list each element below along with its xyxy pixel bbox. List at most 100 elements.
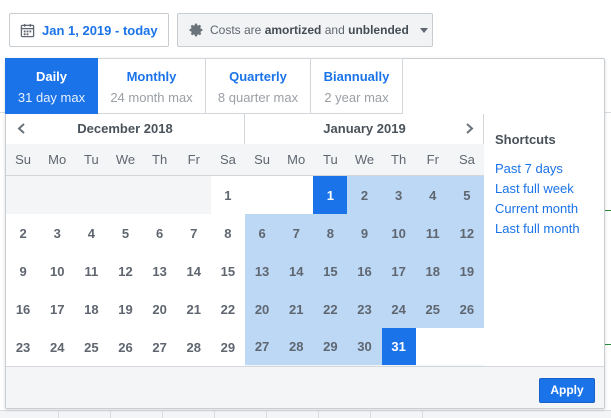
calendar-empty-cell (6, 176, 40, 214)
calendar-day[interactable]: 5 (108, 214, 143, 252)
prev-month-button[interactable] (11, 114, 31, 144)
calendar-day[interactable]: 20 (245, 290, 280, 328)
calendar-day[interactable]: 1 (210, 176, 245, 214)
chevron-right-icon (465, 123, 473, 134)
calendar-day[interactable]: 23 (347, 290, 382, 328)
calendar-day[interactable]: 4 (74, 214, 109, 252)
month-title: December 2018 (77, 121, 173, 136)
calendar-day[interactable]: 8 (313, 214, 348, 252)
cost-settings-button[interactable]: Costs are amortized and unblended (177, 13, 433, 47)
background-footer-strip (0, 410, 611, 418)
tab-sublabel: 31 day max (17, 90, 86, 105)
calendar-day[interactable]: 26 (449, 290, 484, 328)
calendar-day[interactable]: 26 (108, 328, 143, 366)
calendar-day[interactable]: 16 (6, 290, 41, 328)
calendar-day[interactable]: 19 (449, 252, 484, 290)
calendar-day[interactable]: 9 (6, 252, 41, 290)
calendar-day[interactable]: 16 (347, 252, 382, 290)
calendar-day[interactable]: 17 (40, 290, 75, 328)
calendar-day[interactable]: 17 (381, 252, 416, 290)
calendar-day[interactable]: 28 (279, 328, 314, 365)
calendar-day[interactable]: 29 (210, 328, 245, 366)
calendar-day[interactable]: 12 (449, 214, 484, 252)
calendar-day[interactable]: 21 (176, 290, 211, 328)
calendar-day[interactable]: 29 (313, 328, 348, 365)
calendar-day[interactable]: 27 (142, 328, 177, 366)
calendar-day[interactable]: 19 (108, 290, 143, 328)
date-range-button[interactable]: Jan 1, 2019 - today (9, 13, 169, 47)
calendar-day[interactable]: 12 (108, 252, 143, 290)
calendar-day[interactable]: 3 (381, 176, 416, 214)
calendar-day[interactable]: 23 (6, 328, 41, 366)
calendar-day[interactable]: 6 (245, 214, 280, 252)
calendar-day[interactable]: 15 (313, 252, 348, 290)
calendar-day[interactable]: 3 (40, 214, 75, 252)
calendar-week-row: 20 21 22 23 24 25 26 (245, 290, 484, 328)
tab-quarterly[interactable]: Quarterly 8 quarter max (206, 58, 311, 114)
shortcut-past-7-days[interactable]: Past 7 days (495, 161, 605, 176)
background-tick (422, 410, 423, 418)
weekday-label: Mo (287, 152, 306, 167)
calendar-day[interactable]: 15 (210, 252, 245, 290)
calendar-day[interactable]: 14 (176, 252, 211, 290)
calendar-day[interactable]: 25 (415, 290, 450, 328)
chevron-down-icon (419, 27, 428, 33)
calendar-day[interactable]: 11 (74, 252, 109, 290)
apply-button[interactable]: Apply (539, 378, 595, 403)
costs-unblended: unblended (348, 23, 409, 37)
calendar-day[interactable]: 25 (74, 328, 109, 366)
month-title: January 2019 (323, 121, 406, 136)
calendar-day[interactable]: 30 (347, 328, 382, 365)
calendar-day[interactable]: 2 (6, 214, 41, 252)
calendar-day[interactable]: 20 (142, 290, 177, 328)
calendar-week-row: 12345 (245, 176, 484, 214)
tab-monthly[interactable]: Monthly 24 month max (98, 58, 206, 114)
calendar-day[interactable]: 18 (74, 290, 109, 328)
calendar-day[interactable]: 4 (415, 176, 450, 214)
calendar-day[interactable]: 21 (279, 290, 314, 328)
shortcuts-title: Shortcuts (495, 132, 556, 147)
calendar-day[interactable]: 22 (313, 290, 348, 328)
calendar-day[interactable]: 10 (381, 214, 416, 252)
shortcut-last-full-month[interactable]: Last full month (495, 221, 605, 236)
calendar-day[interactable]: 5 (449, 176, 484, 214)
calendar-empty-cell (40, 176, 74, 214)
calendar-day[interactable]: 8 (210, 214, 245, 252)
calendar-day[interactable]: 24 (40, 328, 75, 366)
tab-biannually[interactable]: Biannually 2 year max (311, 58, 403, 114)
weekday-label: Sa (458, 152, 475, 167)
background-tick (58, 410, 59, 418)
calendar-week-row: 9 10 11 12 13 14 15 (6, 252, 245, 290)
gear-icon (189, 23, 203, 37)
calendar-day[interactable]: 1 (313, 176, 348, 214)
next-month-button[interactable] (459, 114, 479, 144)
calendar-day[interactable]: 28 (176, 328, 211, 366)
date-range-label: Jan 1, 2019 - today (42, 22, 158, 38)
calendar-day[interactable]: 10 (40, 252, 75, 290)
calendar-empty-cell (449, 328, 484, 365)
calendar-day[interactable]: 27 (245, 328, 280, 365)
calendar-day[interactable]: 13 (142, 252, 177, 290)
weekday-label: Su (15, 152, 32, 167)
weekday-label: Th (152, 152, 168, 167)
tab-daily[interactable]: Daily 31 day max (5, 58, 98, 114)
shortcut-last-full-week[interactable]: Last full week (495, 181, 605, 196)
weekday-label: We (115, 152, 136, 167)
calendar-day[interactable]: 18 (415, 252, 450, 290)
date-picker-panel: Daily 31 day max Monthly 24 month max Qu… (5, 58, 605, 409)
calendar-day[interactable]: 6 (142, 214, 177, 252)
calendar-day[interactable]: 24 (381, 290, 416, 328)
calendar-day[interactable]: 11 (415, 214, 450, 252)
calendar-day[interactable]: 7 (176, 214, 211, 252)
calendar-day[interactable]: 13 (245, 252, 280, 290)
calendar-day[interactable]: 31 (381, 328, 416, 365)
calendar-day[interactable]: 9 (347, 214, 382, 252)
picker-footer: Apply (6, 366, 604, 408)
calendar-day[interactable]: 2 (347, 176, 382, 214)
calendar-day[interactable]: 14 (279, 252, 314, 290)
weekday-label: Th (391, 152, 407, 167)
calendar-day[interactable]: 22 (210, 290, 245, 328)
shortcut-current-month[interactable]: Current month (495, 201, 605, 216)
calendar-empty-cell (415, 328, 450, 365)
calendar-day[interactable]: 7 (279, 214, 314, 252)
